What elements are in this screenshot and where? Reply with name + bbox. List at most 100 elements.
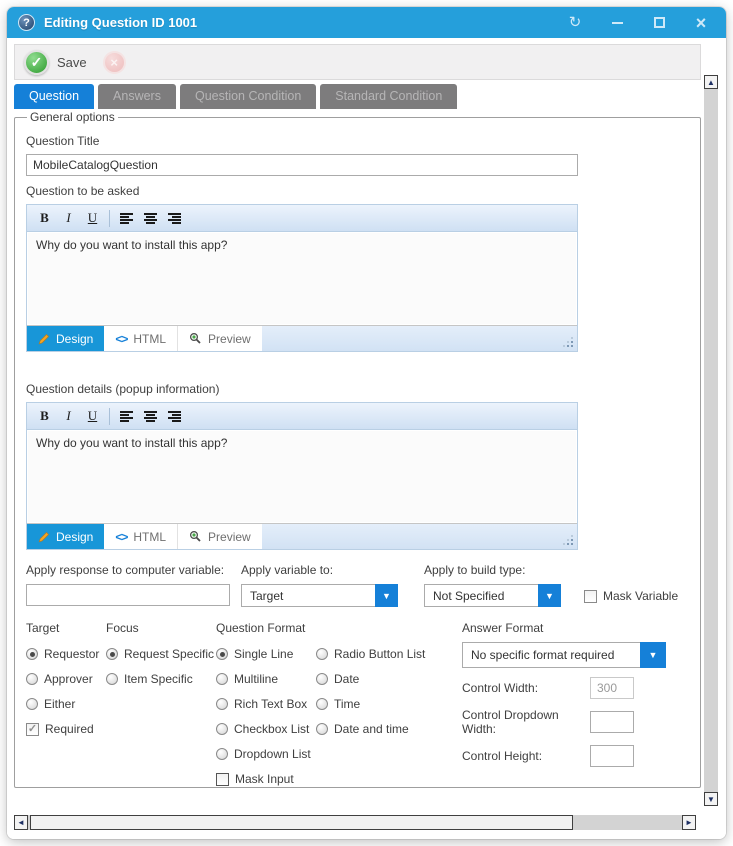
tab-question[interactable]: Question — [14, 84, 94, 109]
toolbar-separator — [109, 210, 110, 227]
editor-resize-grip[interactable] — [562, 336, 573, 347]
scroll-up-button[interactable]: ▲ — [704, 75, 718, 89]
magnifier-icon — [189, 332, 202, 345]
radio-request-specific[interactable]: Request Specific — [106, 647, 216, 661]
radio-icon — [106, 673, 118, 685]
general-options-legend: General options — [27, 110, 118, 124]
mask-input-checkbox[interactable]: Mask Input — [216, 772, 316, 786]
italic-button[interactable]: I — [58, 208, 79, 228]
general-options-group: General options Question Title Question … — [14, 110, 701, 788]
close-button[interactable]: × — [693, 15, 709, 31]
response-variable-input[interactable] — [26, 584, 230, 606]
refresh-button[interactable]: ↻ — [567, 15, 583, 31]
align-left-icon — [120, 411, 134, 422]
question-editor-content[interactable]: Why do you want to install this app? — [27, 232, 577, 326]
scroll-left-button[interactable]: ◄ — [14, 815, 28, 830]
bold-button[interactable]: B — [34, 406, 55, 426]
align-right-button[interactable] — [164, 208, 185, 228]
right-arrow-icon: ► — [685, 818, 693, 827]
cancel-button[interactable]: × — [103, 51, 126, 74]
code-icon: <> — [115, 530, 127, 544]
tab-bar: Question Answers Question Condition Stan… — [14, 84, 701, 109]
control-height-input[interactable] — [590, 745, 634, 767]
radio-multiline[interactable]: Multiline — [216, 672, 316, 686]
pencil-icon — [38, 333, 50, 345]
question-title-label: Question Title — [26, 134, 690, 148]
focus-group-label: Focus — [106, 621, 216, 635]
tab-standard-condition[interactable]: Standard Condition — [320, 84, 457, 109]
radio-checkbox-list[interactable]: Checkbox List — [216, 722, 316, 736]
align-center-button[interactable] — [140, 406, 161, 426]
editor-format-toolbar: B I U — [27, 403, 577, 430]
radio-icon — [316, 698, 328, 710]
radio-date[interactable]: Date — [316, 672, 438, 686]
window-title: Editing Question ID 1001 — [44, 15, 567, 30]
radio-single-line[interactable]: Single Line — [216, 647, 316, 661]
design-mode-tab[interactable]: Design — [27, 524, 104, 549]
align-center-button[interactable] — [140, 208, 161, 228]
magnifier-icon — [189, 530, 202, 543]
align-left-icon — [120, 213, 134, 224]
preview-mode-tab[interactable]: Preview — [177, 326, 262, 351]
radio-icon — [216, 748, 228, 760]
radio-time[interactable]: Time — [316, 697, 438, 711]
control-width-input[interactable] — [590, 677, 634, 699]
radio-approver[interactable]: Approver — [26, 672, 106, 686]
radio-rich-text-box[interactable]: Rich Text Box — [216, 697, 316, 711]
maximize-button[interactable] — [651, 15, 667, 31]
chevron-down-icon: ▼ — [538, 584, 561, 607]
html-mode-tab[interactable]: <> HTML — [104, 326, 177, 351]
radio-radio-button-list[interactable]: Radio Button List — [316, 647, 438, 661]
radio-date-and-time[interactable]: Date and time — [316, 722, 438, 736]
align-center-icon — [144, 411, 158, 422]
vertical-scrollbar-track[interactable] — [704, 89, 718, 792]
build-type-dropdown[interactable]: Not Specified ▼ — [424, 584, 584, 607]
editor-resize-grip[interactable] — [562, 534, 573, 545]
required-checkbox[interactable]: Required — [26, 722, 106, 736]
up-arrow-icon: ▲ — [707, 78, 715, 87]
question-details-label: Question details (popup information) — [26, 382, 690, 396]
editor-mode-bar: Design <> HTML Preview — [27, 326, 577, 351]
control-dropdown-width-input[interactable] — [590, 711, 634, 733]
html-mode-tab[interactable]: <> HTML — [104, 524, 177, 549]
italic-button[interactable]: I — [58, 406, 79, 426]
vertical-scrollbar[interactable]: ▲ ▼ — [704, 75, 718, 806]
close-icon: × — [696, 14, 707, 32]
chevron-down-icon: ▼ — [375, 584, 398, 607]
radio-requestor[interactable]: Requestor — [26, 647, 106, 661]
align-left-button[interactable] — [116, 208, 137, 228]
scroll-down-button[interactable]: ▼ — [704, 792, 718, 806]
chevron-down-icon: ▼ — [640, 642, 666, 668]
mask-variable-checkbox[interactable]: Mask Variable — [584, 589, 678, 603]
preview-mode-tab[interactable]: Preview — [177, 524, 262, 549]
tab-question-condition[interactable]: Question Condition — [180, 84, 316, 109]
build-type-label: Apply to build type: — [424, 563, 584, 577]
radio-either[interactable]: Either — [26, 697, 106, 711]
align-right-button[interactable] — [164, 406, 185, 426]
design-mode-tab[interactable]: Design — [27, 326, 104, 351]
horizontal-scrollbar-thumb[interactable] — [30, 815, 573, 830]
save-button-label: Save — [57, 55, 87, 70]
radio-icon — [316, 648, 328, 660]
horizontal-scrollbar[interactable]: ◄ ► — [14, 815, 696, 830]
tab-answers[interactable]: Answers — [98, 84, 176, 109]
response-variable-label: Apply response to computer variable: — [26, 563, 241, 577]
question-title-input[interactable] — [26, 154, 578, 176]
apply-variable-to-dropdown[interactable]: Target ▼ — [241, 584, 424, 607]
radio-dropdown-list[interactable]: Dropdown List — [216, 747, 316, 761]
save-button[interactable]: ✓ Save — [24, 50, 87, 75]
horizontal-scrollbar-track[interactable] — [28, 815, 682, 830]
refresh-icon: ↻ — [569, 15, 582, 30]
cancel-x-icon: × — [110, 55, 118, 70]
details-editor-content[interactable]: Why do you want to install this app? — [27, 430, 577, 524]
answer-format-dropdown[interactable]: No specific format required ▼ — [462, 642, 690, 668]
radio-item-specific[interactable]: Item Specific — [106, 672, 216, 686]
align-left-button[interactable] — [116, 406, 137, 426]
bold-button[interactable]: B — [34, 208, 55, 228]
answer-format-label: Answer Format — [462, 621, 690, 635]
scroll-right-button[interactable]: ► — [682, 815, 696, 830]
radio-icon — [216, 648, 228, 660]
underline-button[interactable]: U — [82, 208, 103, 228]
underline-button[interactable]: U — [82, 406, 103, 426]
minimize-button[interactable] — [609, 15, 625, 31]
